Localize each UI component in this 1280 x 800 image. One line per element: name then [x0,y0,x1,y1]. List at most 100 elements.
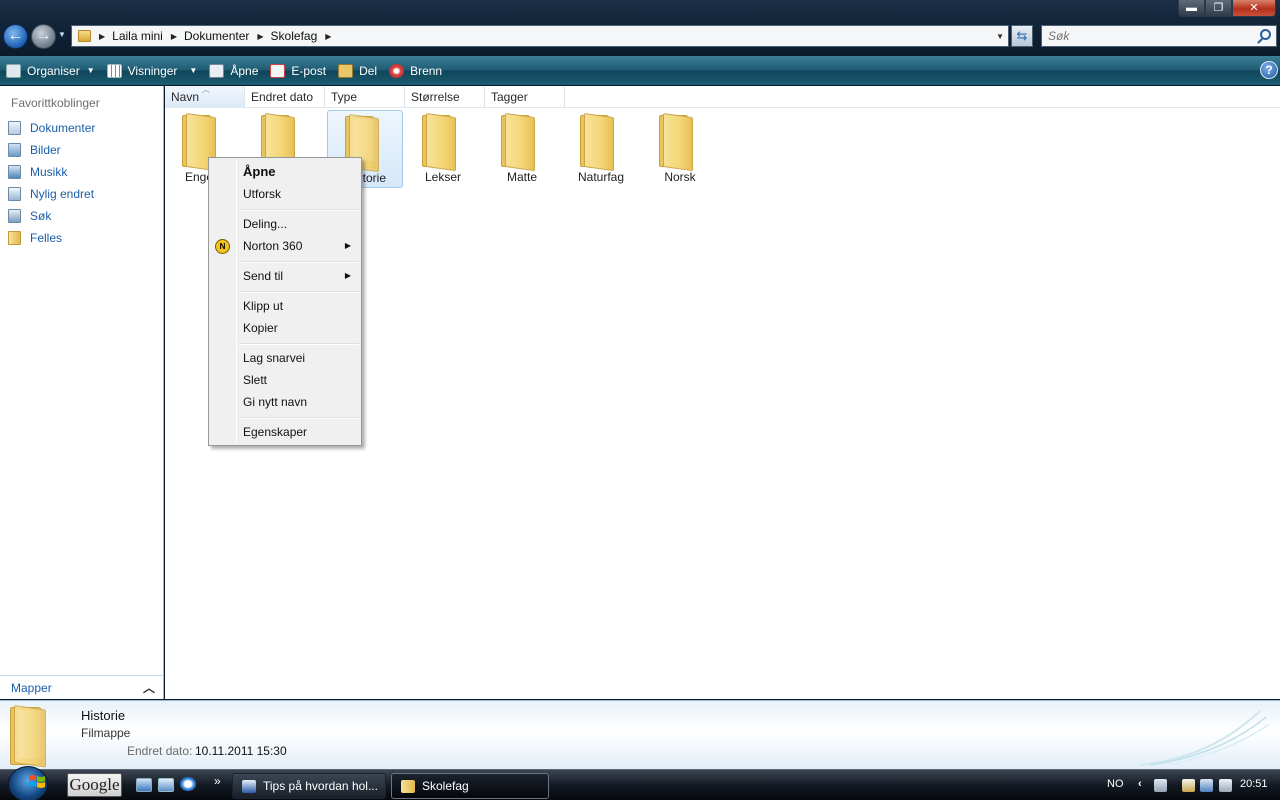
taskbar: Google » Tips på hvordan hol... Skolefag… [0,766,1280,800]
column-header-type[interactable]: Type [325,86,405,108]
folder-icon [78,30,91,42]
breadcrumb-arrow-icon[interactable]: ▶ [325,32,331,41]
history-dropdown-icon[interactable]: ▼ [58,30,66,39]
folder-icon [10,705,52,768]
clock[interactable]: 20:51 [1240,778,1268,790]
folder-norsk[interactable]: Norsk [642,110,718,188]
folder-matte[interactable]: Matte [484,110,560,188]
search-icon[interactable] [1260,29,1271,40]
column-label: Tagger [491,90,528,104]
column-header-date[interactable]: Endret dato [245,86,325,108]
taskbar-item-skolefag[interactable]: Skolefag [391,773,549,799]
menu-item-rename[interactable]: Gi nytt navn [243,392,359,412]
menu-item-share[interactable]: Deling... [243,214,359,234]
minimize-button[interactable]: ▬ [1178,0,1205,17]
sidebar-item-dokumenter[interactable]: Dokumenter [8,119,95,137]
email-button[interactable]: E-post [264,56,332,85]
command-bar: Organiser ▼ Visninger ▼ Åpne E-post Del … [0,56,1280,85]
sidebar-item-bilder[interactable]: Bilder [8,141,61,159]
chevron-down-icon: ▼ [189,66,198,75]
breadcrumb-arrow-icon[interactable]: ▶ [171,32,177,41]
taskbar-item-label: Skolefag [422,779,469,793]
navigation-pane: Favorittkoblinger Dokumenter Bilder Musi… [0,86,164,699]
taskbar-item-word-document[interactable]: Tips på hvordan hol... [232,773,386,799]
menu-item-label: Send til [243,269,284,283]
burn-button[interactable]: Brenn [383,56,448,85]
tray-expand-icon[interactable]: ‹ [1138,778,1142,790]
address-bar[interactable]: ▶ Laila mini ▶ Dokumenter ▶ Skolefag ▶ ▼ [71,25,1009,47]
sidebar-item-felles[interactable]: Felles [8,229,62,247]
sidebar-item-musikk[interactable]: Musikk [8,163,67,181]
breadcrumb-arrow-icon[interactable]: ▶ [99,32,105,41]
refresh-button[interactable]: ⇆ [1011,25,1033,47]
folder-label: Lekser [424,170,462,184]
column-header-size[interactable]: Størrelse [405,86,485,108]
start-button[interactable] [8,766,48,800]
menu-item-norton[interactable]: Norton 360 ▶ [243,236,359,256]
maximize-button[interactable]: ❐ [1205,0,1232,17]
battery-icon[interactable] [1182,779,1195,792]
column-label: Endret dato [251,90,314,104]
close-button[interactable]: ✕ [1232,0,1276,17]
menu-item-delete[interactable]: Slett [243,370,359,390]
network-icon[interactable] [1154,779,1167,792]
sort-ascending-icon: ︿ [202,85,210,94]
folder-icon [580,113,622,172]
menu-item-create-shortcut[interactable]: Lag snarvei [243,348,359,368]
norton-icon: N [215,239,230,254]
views-button[interactable]: Visninger ▼ [101,56,204,85]
forward-button[interactable]: → [31,24,56,49]
sidebar-item-nylig-endret[interactable]: Nylig endret [8,185,94,203]
submenu-arrow-icon: ▶ [344,241,351,250]
column-headers: ︿ Navn Endret dato Type Størrelse Tagger [165,85,1280,108]
menu-separator [239,209,359,211]
folder-label: Matte [506,170,537,184]
menu-item-cut[interactable]: Klipp ut [243,296,359,316]
share-label: Del [359,63,378,78]
organise-button[interactable]: Organiser ▼ [0,56,101,85]
taskbar-item-label: Tips på hvordan hol... [263,779,378,793]
organise-icon [6,63,21,78]
breadcrumb-laila-mini[interactable]: Laila mini [112,29,163,43]
volume-icon[interactable] [1219,779,1232,792]
language-indicator[interactable]: NO [1107,778,1124,790]
menu-item-explore[interactable]: Utforsk [243,184,359,204]
breadcrumb-skolefag[interactable]: Skolefag [271,29,318,43]
breadcrumb-arrow-icon[interactable]: ▶ [257,32,263,41]
share-button[interactable]: Del [332,56,383,85]
sidebar-item-label: Bilder [30,143,61,157]
details-date-label: Endret dato: [127,744,193,758]
open-button[interactable]: Åpne [203,56,264,85]
show-desktop-icon[interactable] [136,778,152,792]
menu-item-send-to[interactable]: Send til ▶ [243,266,359,286]
chevron-up-icon[interactable]: ︿ [143,679,155,696]
folders-label: Mapper [11,680,52,695]
burn-label: Brenn [410,63,443,78]
back-button[interactable]: ← [3,24,28,49]
views-label: Visninger [127,63,178,78]
folder-lekser[interactable]: Lekser [405,110,481,188]
menu-item-properties[interactable]: Egenskaper [243,422,359,442]
chevron-down-icon: ▼ [86,66,95,75]
help-icon[interactable]: ? [1260,61,1278,79]
column-header-tags[interactable]: Tagger [485,86,565,108]
sidebar-item-sok[interactable]: Søk [8,207,51,225]
folders-toggle[interactable]: Mapper ︿ [0,675,163,699]
search-input[interactable] [1042,26,1242,46]
folder-naturfag[interactable]: Naturfag [563,110,639,188]
breadcrumb-dokumenter[interactable]: Dokumenter [184,29,249,43]
public-folder-icon [8,231,21,245]
switch-windows-icon[interactable] [158,778,174,792]
quicklaunch-more-icon[interactable]: » [214,774,221,788]
menu-item-open[interactable]: Åpne [243,162,359,182]
details-date-value: 10.11.2011 15:30 [195,744,287,758]
column-header-name[interactable]: ︿ Navn [165,85,245,108]
internet-explorer-icon[interactable] [180,777,196,791]
address-dropdown-icon[interactable]: ▼ [996,32,1004,41]
folder-label: Naturfag [577,170,625,184]
search-box [1041,25,1277,47]
google-toolbar-button[interactable]: Google [67,773,122,797]
menu-item-copy[interactable]: Kopier [243,318,359,338]
details-pane: Historie Filmappe Endret dato: 10.11.201… [0,700,1280,769]
wireless-icon[interactable] [1200,779,1213,792]
